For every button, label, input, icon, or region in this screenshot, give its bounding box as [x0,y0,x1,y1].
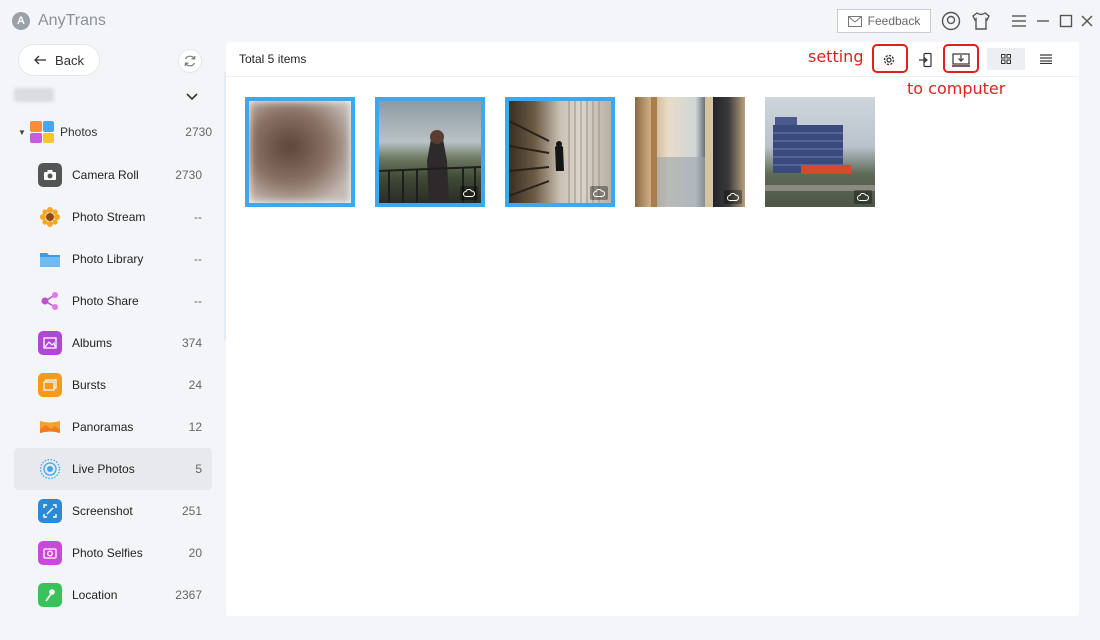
sidebar-item-screenshot[interactable]: Screenshot 251 [14,490,212,532]
list-icon [1040,54,1052,64]
sidebar-item-photo-selfies[interactable]: Photo Selfies 20 [14,532,212,574]
sidebar-item-label: Photo Stream [72,210,146,224]
to-device-button[interactable] [915,49,937,71]
settings-gear-button[interactable] [878,49,900,71]
share-icon [38,289,62,313]
sidebar-item-location[interactable]: Location 2367 [14,574,212,616]
arrow-left-icon [34,55,47,65]
skin-shirt-icon[interactable] [970,10,992,32]
grid-icon [1001,54,1011,64]
photos-group-count: 2730 [185,125,212,139]
app-logo-icon: A [12,12,30,30]
sidebar: Back ▼ Photos 2730 Camera Roll 2730 Phot… [0,42,226,640]
sidebar-item-count: 251 [181,504,202,518]
annotation-setting: setting [808,47,864,66]
toolbar-divider [226,76,1079,77]
back-label: Back [55,52,84,68]
sunflower-icon [38,205,62,229]
maximize-icon[interactable] [1055,10,1077,32]
bursts-icon [38,373,62,397]
sidebar-item-count: 374 [181,336,202,350]
sidebar-item-label: Camera Roll [72,168,139,182]
expand-triangle-icon[interactable]: ▼ [14,128,30,137]
sidebar-item-photo-library[interactable]: Photo Library -- [14,238,212,280]
refresh-button[interactable] [178,49,202,73]
album-icon [38,331,62,355]
annotation-to-computer: to computer [907,79,1006,98]
sidebar-item-count: 2730 [175,168,202,182]
camera-icon [38,163,62,187]
photo-thumbnail[interactable] [505,97,615,207]
selfie-icon [38,541,62,565]
feedback-label: Feedback [867,14,921,28]
folder-icon [38,247,62,271]
photo-grid [245,97,875,207]
sidebar-item-count: 20 [188,546,202,560]
mail-icon [847,15,862,27]
sidebar-item-label: Screenshot [72,504,133,518]
main-panel: Total 5 items setting to computer [226,42,1079,616]
sidebar-item-label: Bursts [72,378,107,392]
menu-icon[interactable] [1008,10,1030,32]
photos-group-header[interactable]: ▼ Photos 2730 [14,118,214,146]
sidebar-item-count: 12 [188,420,202,434]
close-icon[interactable] [1076,10,1098,32]
minimize-icon[interactable] [1032,10,1054,32]
photo-thumbnail[interactable] [245,97,355,207]
photos-group-icon [30,121,54,143]
title-bar: A AnyTrans Feedback [0,0,1100,42]
refresh-icon [184,55,196,67]
icloud-icon [460,186,478,200]
back-button[interactable]: Back [18,44,100,76]
sidebar-item-label: Photo Library [72,252,144,266]
photo-thumbnail[interactable] [375,97,485,207]
sidebar-item-label: Panoramas [72,420,134,434]
sidebar-item-count: -- [194,210,202,224]
sidebar-item-albums[interactable]: Albums 374 [14,322,212,364]
app-title: AnyTrans [38,12,106,29]
sidebar-item-count: 2367 [175,588,202,602]
panorama-icon [38,415,62,439]
icloud-icon [590,186,608,200]
account-icon[interactable] [940,10,962,32]
sidebar-item-label: Photo Share [72,294,139,308]
photo-category-list: Camera Roll 2730 Photo Stream -- Photo L… [14,154,212,616]
sidebar-item-count: 5 [195,462,202,476]
icloud-icon [854,190,872,204]
sidebar-item-photo-share[interactable]: Photo Share -- [14,280,212,322]
export-to-computer-icon [952,53,970,67]
chevron-down-icon[interactable] [186,88,198,106]
sidebar-item-label: Live Photos [72,462,135,476]
device-name-blurred[interactable] [14,88,54,102]
sidebar-item-count: -- [194,252,202,266]
list-view-button[interactable] [1034,48,1058,70]
icloud-icon [724,190,742,204]
feedback-button[interactable]: Feedback [837,9,931,33]
sidebar-item-label: Photo Selfies [72,546,143,560]
sidebar-item-label: Albums [72,336,113,350]
to-computer-button[interactable] [950,49,972,71]
photos-group-label: Photos [60,125,98,139]
live-photo-icon [38,457,62,481]
sidebar-item-count: -- [194,294,202,308]
sidebar-item-count: 24 [188,378,202,392]
location-icon [38,583,62,607]
screenshot-icon [38,499,62,523]
gear-icon [883,54,895,66]
sidebar-item-panoramas[interactable]: Panoramas 12 [14,406,212,448]
import-to-device-icon [919,52,932,68]
photo-thumbnail[interactable] [635,97,745,207]
sidebar-item-camera-roll[interactable]: Camera Roll 2730 [14,154,212,196]
photo-thumbnail[interactable] [765,97,875,207]
sidebar-item-label: Location [72,588,118,602]
sidebar-item-photo-stream[interactable]: Photo Stream -- [14,196,212,238]
total-items-label: Total 5 items [239,52,307,66]
grid-view-button[interactable] [987,48,1025,70]
sidebar-item-live-photos[interactable]: Live Photos 5 [14,448,212,490]
sidebar-item-bursts[interactable]: Bursts 24 [14,364,212,406]
